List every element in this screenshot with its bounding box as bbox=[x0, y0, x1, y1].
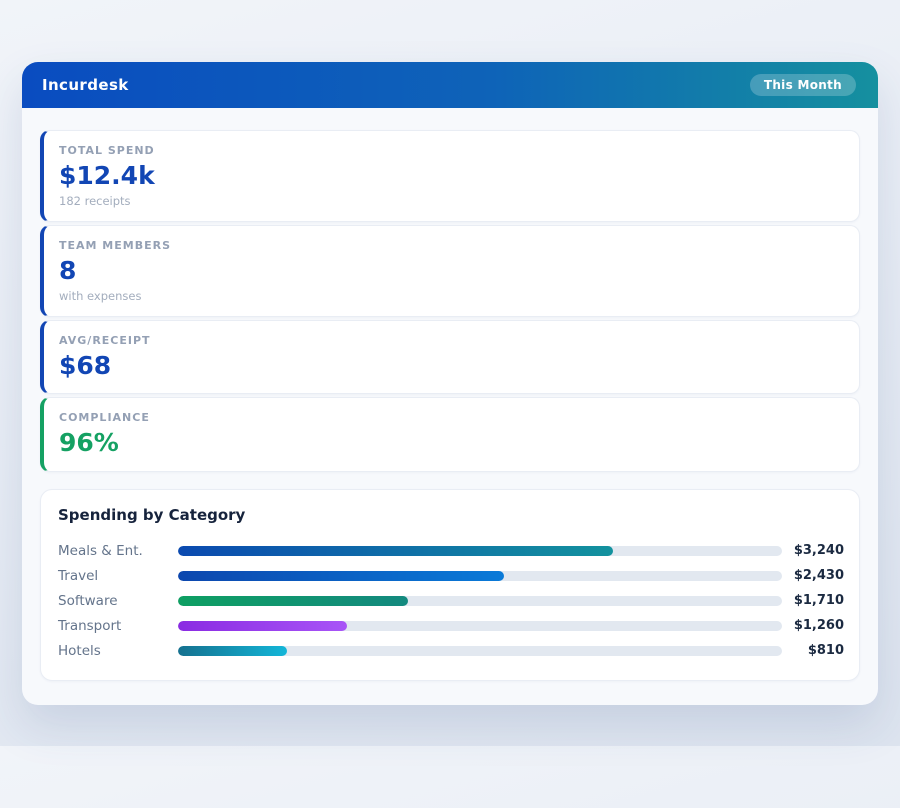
stat-label: TEAM MEMBERS bbox=[59, 239, 841, 252]
stat-value: 96% bbox=[59, 429, 841, 458]
stat-label: AVG/RECEIPT bbox=[59, 334, 841, 347]
chart-value-label: $810 bbox=[782, 643, 844, 658]
chart-category-label: Hotels bbox=[58, 643, 178, 659]
chart-bar-track bbox=[178, 646, 782, 656]
chart-bar-fill bbox=[178, 646, 287, 656]
chart-bar-track bbox=[178, 621, 782, 631]
chart-value-label: $2,430 bbox=[782, 568, 844, 583]
chart-row: Travel $2,430 bbox=[58, 563, 844, 588]
stat-value: 8 bbox=[59, 257, 841, 286]
chart-row: Software $1,710 bbox=[58, 588, 844, 613]
chart-bar-track bbox=[178, 596, 782, 606]
chart-value-label: $3,240 bbox=[782, 543, 844, 558]
chart-category-label: Transport bbox=[58, 618, 178, 634]
chart-row: Transport $1,260 bbox=[58, 613, 844, 638]
stat-value: $68 bbox=[59, 352, 841, 381]
chart-category-label: Software bbox=[58, 593, 178, 609]
chart-bar-fill bbox=[178, 621, 347, 631]
dashboard-card: Incurdesk This Month TOTAL SPEND $12.4k 18… bbox=[22, 62, 878, 705]
chart-category-label: Travel bbox=[58, 568, 178, 584]
app-header: Incurdesk This Month bbox=[22, 62, 878, 108]
chart-title: Spending by Category bbox=[58, 506, 844, 524]
app-title: Incurdesk bbox=[42, 76, 129, 94]
spending-chart-card: Spending by Category Meals & Ent. $3,240 T… bbox=[40, 489, 860, 681]
chart-value-label: $1,260 bbox=[782, 618, 844, 633]
stats-list: TOTAL SPEND $12.4k 182 receipts TEAM MEMBER… bbox=[40, 130, 860, 472]
chart-bar-fill bbox=[178, 571, 504, 581]
chart-bar-track bbox=[178, 546, 782, 556]
chart-bar-fill bbox=[178, 596, 408, 606]
dashboard-body: TOTAL SPEND $12.4k 182 receipts TEAM MEMBER… bbox=[22, 108, 878, 705]
stat-card: COMPLIANCE 96% bbox=[40, 397, 860, 472]
stat-card: TEAM MEMBERS 8 with expenses bbox=[40, 225, 860, 317]
chart-bar-track bbox=[178, 571, 782, 581]
chart-category-label: Meals & Ent. bbox=[58, 543, 178, 559]
period-badge[interactable]: This Month bbox=[750, 74, 856, 96]
chart-row: Meals & Ent. $3,240 bbox=[58, 538, 844, 563]
stat-value: $12.4k bbox=[59, 162, 841, 191]
stat-label: COMPLIANCE bbox=[59, 411, 841, 424]
stat-subtext: with expenses bbox=[59, 289, 841, 303]
stat-subtext: 182 receipts bbox=[59, 194, 841, 208]
stat-card: TOTAL SPEND $12.4k 182 receipts bbox=[40, 130, 860, 222]
stat-label: TOTAL SPEND bbox=[59, 144, 841, 157]
chart-rows: Meals & Ent. $3,240 Travel $2,430 Software $1… bbox=[58, 538, 844, 663]
chart-bar-fill bbox=[178, 546, 613, 556]
chart-value-label: $1,710 bbox=[782, 593, 844, 608]
stat-card: AVG/RECEIPT $68 bbox=[40, 320, 860, 395]
chart-row: Hotels $810 bbox=[58, 638, 844, 663]
